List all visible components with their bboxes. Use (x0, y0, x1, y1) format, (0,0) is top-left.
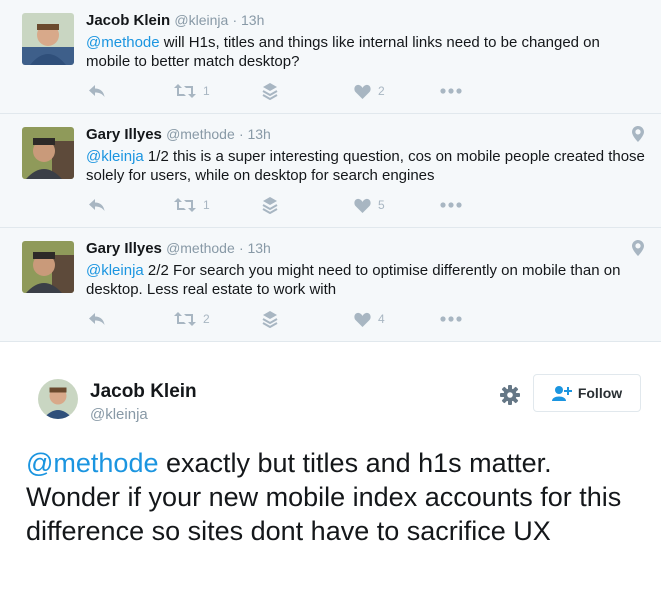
more-button[interactable] (440, 81, 462, 101)
retweet-count: 1 (203, 198, 210, 212)
heart-icon (354, 84, 371, 99)
tweet-text: @kleinja 2/2 For search you might need t… (86, 261, 646, 299)
retweet-button[interactable]: 1 (174, 195, 210, 215)
user-handle[interactable]: @methode (166, 126, 235, 142)
settings-gear-icon[interactable] (499, 384, 521, 411)
user-handle[interactable]: @methode (166, 240, 235, 256)
like-count: 4 (378, 312, 385, 326)
reply-button[interactable] (88, 195, 106, 215)
mention-link[interactable]: @kleinja (86, 262, 144, 279)
like-button[interactable]: 5 (354, 195, 385, 215)
user-name[interactable]: Jacob Klein (86, 12, 170, 29)
retweet-button[interactable]: 2 (174, 309, 210, 329)
reply-tweet[interactable]: Jacob Klein @kleinja · 13h @methode will… (0, 0, 661, 114)
retweet-button[interactable]: 1 (174, 81, 210, 101)
location-pin-icon[interactable] (632, 126, 644, 147)
reply-button[interactable] (88, 309, 106, 329)
stack-button[interactable] (262, 309, 278, 329)
location-pin-icon[interactable] (632, 240, 644, 261)
retweet-icon (174, 198, 196, 212)
main-user-handle[interactable]: @kleinja (90, 406, 148, 423)
tweet-header: Jacob Klein @kleinja · 13h (86, 12, 264, 29)
retweet-count: 1 (203, 84, 210, 98)
timestamp[interactable]: · 13h (239, 240, 271, 256)
more-button[interactable] (440, 195, 462, 215)
follow-label: Follow (577, 385, 623, 401)
like-count: 2 (378, 84, 385, 98)
mention-link[interactable]: @methode (26, 448, 158, 478)
reply-tweet[interactable]: Gary Illyes @methode · 13h @kleinja 2/2 … (0, 228, 661, 342)
user-handle[interactable]: @kleinja (174, 12, 228, 28)
reply-icon (89, 199, 105, 211)
stack-button[interactable] (262, 81, 278, 101)
more-icon (440, 316, 462, 322)
mention-link[interactable]: @kleinja (86, 148, 144, 165)
retweet-icon (174, 84, 196, 98)
tweet-header: Gary Illyes @methode · 13h (86, 126, 271, 143)
tweet-body: 2/2 For search you might need to optimis… (86, 262, 621, 298)
like-button[interactable]: 2 (354, 81, 385, 101)
user-name[interactable]: Gary Illyes (86, 126, 162, 143)
mention-link[interactable]: @methode (86, 34, 160, 51)
reply-icon (89, 313, 105, 325)
tweet-body: 1/2 this is a super interesting question… (86, 148, 645, 184)
heart-icon (354, 312, 371, 327)
more-icon (440, 202, 462, 208)
timestamp[interactable]: · 13h (232, 12, 264, 28)
tweet-body: will H1s, titles and things like interna… (86, 34, 600, 70)
user-name[interactable]: Gary Illyes (86, 240, 162, 257)
heart-icon (354, 198, 371, 213)
main-tweet-text: @methode exactly but titles and h1s matt… (26, 446, 646, 548)
avatar[interactable] (22, 127, 74, 179)
tweet-header: Gary Illyes @methode · 13h (86, 240, 271, 257)
retweet-count: 2 (203, 312, 210, 326)
like-count: 5 (378, 198, 385, 212)
timestamp[interactable]: · 13h (239, 126, 271, 142)
reply-tweet[interactable]: Gary Illyes @methode · 13h @kleinja 1/2 … (0, 114, 661, 228)
avatar[interactable] (38, 379, 78, 419)
tweet-text: @kleinja 1/2 this is a super interesting… (86, 147, 646, 185)
main-user-name[interactable]: Jacob Klein (90, 381, 197, 403)
reply-icon (89, 85, 105, 97)
reply-button[interactable] (88, 81, 106, 101)
follow-user-icon (551, 386, 572, 401)
layers-icon (262, 83, 278, 100)
more-button[interactable] (440, 309, 462, 329)
more-icon (440, 88, 462, 94)
tweet-text: @methode will H1s, titles and things lik… (86, 33, 646, 71)
stack-button[interactable] (262, 195, 278, 215)
avatar[interactable] (22, 13, 74, 65)
follow-button[interactable]: Follow (533, 374, 641, 412)
retweet-icon (174, 312, 196, 326)
avatar[interactable] (22, 241, 74, 293)
layers-icon (262, 197, 278, 214)
layers-icon (262, 311, 278, 328)
like-button[interactable]: 4 (354, 309, 385, 329)
